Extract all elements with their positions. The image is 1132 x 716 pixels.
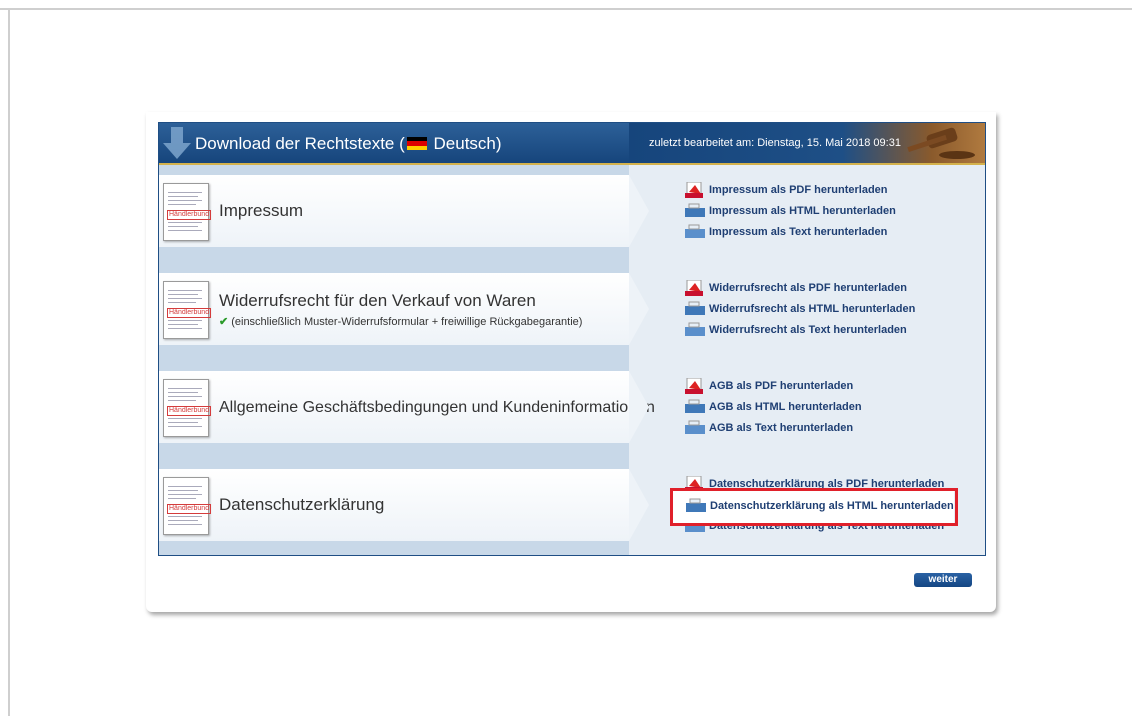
document-stamp: Händlerbund: [167, 406, 212, 416]
section-row-agb: Händlerbund Allgemeine Geschäftsbedingun…: [159, 371, 655, 443]
frame-border-top: [0, 8, 1132, 10]
next-button[interactable]: weiter: [914, 573, 972, 587]
pdf-icon: [685, 378, 703, 394]
row-pointer-arrow: [629, 273, 649, 345]
german-flag-icon: [406, 137, 427, 150]
header-date-area: zuletzt bearbeitet am: Dienstag, 15. Mai…: [629, 123, 985, 163]
html-icon: [685, 301, 705, 315]
pdf-icon: [685, 182, 703, 198]
document-stamp: Händlerbund: [167, 210, 212, 220]
html-icon: [685, 399, 705, 413]
section-title: Allgemeine Geschäftsbedingungen und Kund…: [219, 399, 655, 416]
row-pointer-arrow: [629, 469, 649, 541]
red-highlight-box: [670, 488, 958, 526]
section-row-datenschutz: Händlerbund Datenschutzerklärung: [159, 469, 629, 541]
document-thumbnail: Händlerbund: [163, 183, 212, 241]
panel-header: Download der Rechtstexte ( Deutsch) zule…: [159, 123, 985, 163]
section-title: Impressum: [219, 201, 304, 220]
document-thumbnail: Händlerbund: [163, 477, 212, 535]
section-row-widerrufsrecht: Händlerbund Widerrufsrecht für den Verka…: [159, 273, 629, 345]
document-stamp: Händlerbund: [167, 504, 212, 514]
gavel-icon: [907, 127, 975, 159]
panel-title: Download der Rechtstexte ( Deutsch): [195, 134, 502, 153]
section-row-impressum: Händlerbund Impressum: [159, 175, 629, 247]
document-thumbnail: Händlerbund: [163, 281, 212, 339]
pdf-icon: [685, 280, 703, 296]
section-subtitle: ✔ (einschließlich Muster-Widerrufsformula…: [219, 316, 583, 328]
text-icon: [685, 224, 705, 238]
text-icon: [685, 420, 705, 434]
document-thumbnail: Händlerbund: [163, 379, 212, 437]
section-title: Datenschutzerklärung: [219, 495, 385, 514]
row-pointer-arrow: [629, 175, 649, 247]
html-icon: [685, 203, 705, 217]
text-icon: [685, 322, 705, 336]
frame-border-left: [8, 8, 10, 716]
download-arrow-icon: [163, 127, 191, 159]
document-stamp: Händlerbund: [167, 308, 212, 318]
row-pointer-arrow: [629, 371, 649, 443]
last-edited-text: zuletzt bearbeitet am: Dienstag, 15. Mai…: [649, 137, 901, 149]
section-title: Widerrufsrecht für den Verkauf von Waren: [219, 291, 536, 310]
checkmark-icon: ✔: [219, 316, 229, 328]
